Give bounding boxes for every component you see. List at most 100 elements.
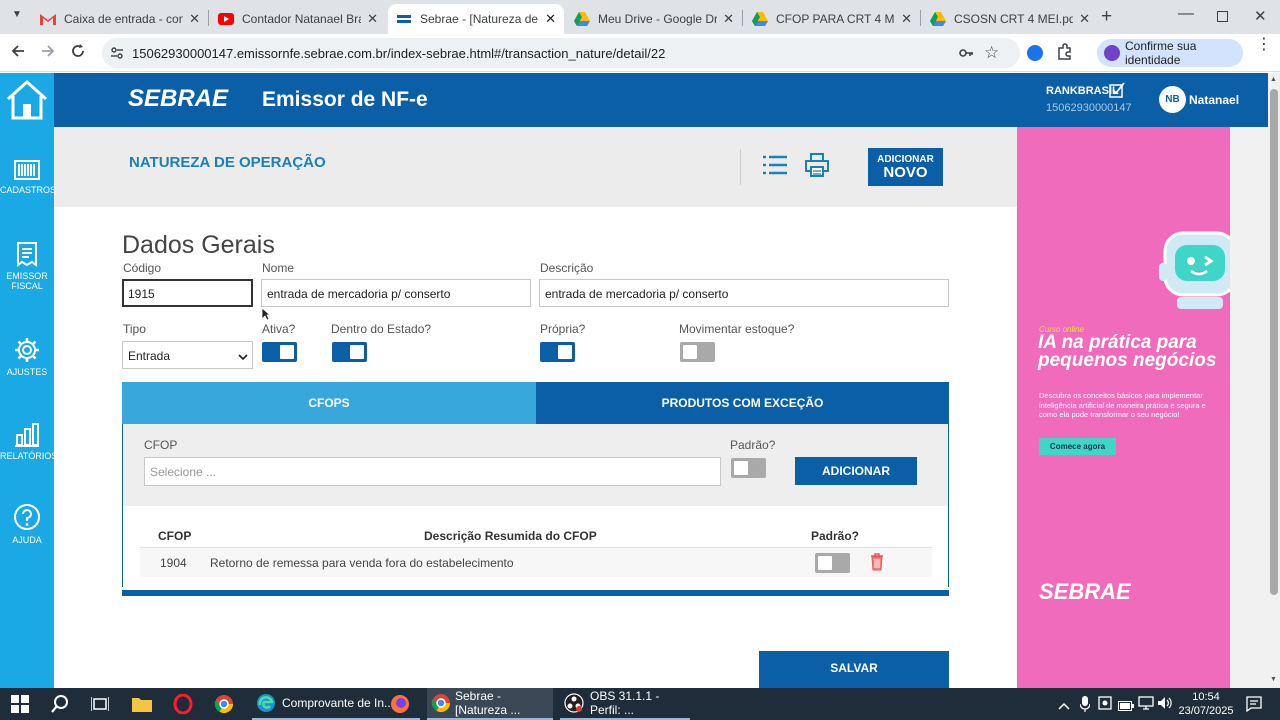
- sidebar-item-emissor-fiscal[interactable]: EMISSOR FISCAL: [0, 241, 54, 291]
- taskbar-clock[interactable]: 10:54 23/07/2025: [1172, 690, 1240, 718]
- add-new-button[interactable]: ADICIONAR NOVO: [868, 148, 943, 186]
- browser-tab-youtube[interactable]: Contador Natanael Braz - Y ✕: [210, 4, 386, 34]
- taskbar-firefox[interactable]: [390, 688, 410, 720]
- close-tab-icon[interactable]: ✕: [367, 11, 378, 27]
- site-info-icon[interactable]: [110, 46, 124, 65]
- ad-title: IA na prática para pequenos negócios: [1038, 332, 1217, 371]
- chrome-icon: [431, 693, 451, 713]
- column-header-cfop: CFOP: [158, 529, 192, 543]
- taskbar-opera[interactable]: [173, 688, 193, 720]
- scroll-up-arrow-icon[interactable]: ▲: [1270, 76, 1277, 83]
- cfop-description: Retorno de remessa para venda fora do es…: [210, 556, 514, 570]
- padrao-label: Padrão?: [730, 438, 776, 452]
- user-name[interactable]: Natanael: [1189, 93, 1239, 107]
- propria-toggle[interactable]: [540, 342, 575, 362]
- row-padrao-toggle[interactable]: [815, 553, 850, 573]
- browser-tab-sebrae[interactable]: Sebrae - [Natureza de Ope ✕: [388, 4, 564, 34]
- codigo-label: Código: [123, 261, 162, 275]
- browser-tab-gmail[interactable]: Caixa de entrada - contad ✕: [32, 4, 208, 34]
- back-arrow-icon[interactable]: [10, 43, 26, 64]
- task-view-button[interactable]: [90, 688, 110, 720]
- page-scrollbar[interactable]: ▲ ▼: [1268, 73, 1280, 688]
- dentro-estado-toggle[interactable]: [332, 342, 367, 362]
- search-icon: [50, 694, 70, 714]
- taskbar-explorer[interactable]: [132, 688, 152, 720]
- sidebar-item-ajuda[interactable]: AJUDA: [0, 503, 54, 545]
- app-title: Emissor de NF-e: [262, 88, 428, 111]
- ad-banner[interactable]: Curso online IA na prática para pequenos…: [1017, 127, 1230, 688]
- taskbar-chrome-sebrae[interactable]: Sebrae - [Natureza ...: [427, 688, 553, 720]
- list-icon[interactable]: [763, 154, 787, 181]
- movimentar-estoque-toggle[interactable]: [680, 342, 715, 362]
- tab-produtos-com-excecao[interactable]: PRODUTOS COM EXCEÇÃO: [536, 382, 949, 424]
- home-icon[interactable]: [5, 79, 49, 126]
- browser-tab-strip: ▼ Caixa de entrada - contad ✕ Contador N…: [0, 0, 1280, 34]
- password-key-icon[interactable]: [958, 45, 974, 66]
- chevron-down-icon: [238, 350, 248, 364]
- gmail-icon: [40, 11, 56, 27]
- bookmark-star-icon[interactable]: ☆: [984, 43, 999, 63]
- drive-icon: [752, 11, 768, 27]
- codigo-input[interactable]: 1915: [122, 279, 253, 307]
- section-title: Dados Gerais: [122, 231, 275, 259]
- add-cfop-button[interactable]: ADICIONAR: [795, 457, 917, 485]
- extension-circle-icon[interactable]: [1027, 45, 1043, 61]
- start-button[interactable]: [10, 688, 30, 720]
- tray-chevron-up-icon[interactable]: [1058, 697, 1070, 715]
- browser-menu-icon[interactable]: ⋮: [1256, 37, 1272, 53]
- scrollbar-thumb[interactable]: [1270, 89, 1278, 595]
- opera-icon: [173, 694, 193, 714]
- reload-icon[interactable]: [70, 43, 86, 64]
- sidebar-item-relatorios[interactable]: RELATÓRIOS: [0, 423, 57, 461]
- sidebar-item-cadastros[interactable]: CADASTROS: [0, 159, 56, 195]
- browser-tab-csosn-pdf[interactable]: CSOSN CRT 4 MEI.pdf - Go ✕: [922, 4, 1098, 34]
- close-tab-icon[interactable]: ✕: [723, 11, 734, 27]
- battery-icon[interactable]: [1118, 698, 1134, 716]
- ativa-toggle[interactable]: [262, 342, 297, 362]
- microphone-icon[interactable]: [1079, 696, 1091, 717]
- print-icon[interactable]: [805, 153, 829, 182]
- address-bar[interactable]: 15062930000147.emissornfe.sebrae.com.br/…: [102, 38, 1020, 68]
- minimize-window-button[interactable]: —: [1178, 5, 1194, 23]
- new-tab-button[interactable]: +: [1101, 6, 1112, 28]
- close-tab-icon[interactable]: ✕: [545, 11, 556, 27]
- column-header-descricao: Descrição Resumida do CFOP: [424, 529, 597, 543]
- trash-icon[interactable]: [870, 553, 884, 576]
- browser-tab-drive[interactable]: Meu Drive - Google Drive ✕: [566, 4, 742, 34]
- close-window-button[interactable]: ✕: [1254, 7, 1267, 25]
- taskbar-chrome[interactable]: [214, 688, 234, 720]
- browser-tab-cfop-pdf[interactable]: CFOP PARA CRT 4 MEI.pdf ✕: [744, 4, 920, 34]
- descricao-label: Descrição: [540, 261, 594, 275]
- taskbar-obs[interactable]: OBS 31.1.1 - Perfil: ...: [560, 688, 690, 720]
- nome-input[interactable]: entrada de mercadoria p/ conserto: [261, 279, 531, 307]
- sebrae-app: CADASTROS EMISSOR FISCAL AJUSTES RELATÓR…: [0, 73, 1268, 688]
- close-tab-icon[interactable]: ✕: [189, 11, 200, 27]
- descricao-input[interactable]: entrada de mercadoria p/ conserto: [539, 279, 949, 307]
- tab-cfops[interactable]: CFOPS: [122, 382, 536, 424]
- avatar[interactable]: NB: [1159, 86, 1186, 113]
- forward-arrow-icon[interactable]: [40, 43, 56, 64]
- taskbar-search-button[interactable]: [50, 688, 70, 720]
- save-button[interactable]: SALVAR: [759, 651, 949, 688]
- receipt-icon: [0, 241, 54, 267]
- capture-icon[interactable]: [1098, 696, 1112, 715]
- ad-cta-button[interactable]: Comece agora: [1039, 438, 1116, 455]
- maximize-window-button[interactable]: [1217, 11, 1228, 22]
- network-icon[interactable]: [1138, 696, 1154, 715]
- padrao-toggle[interactable]: [731, 458, 766, 478]
- scroll-down-arrow-icon[interactable]: ▼: [1270, 676, 1277, 683]
- close-tab-icon[interactable]: ✕: [1079, 11, 1090, 27]
- extensions-puzzle-icon[interactable]: [1056, 43, 1073, 65]
- barcode-icon: [0, 159, 54, 181]
- notifications-icon[interactable]: [1246, 696, 1262, 717]
- close-tab-icon[interactable]: ✕: [901, 11, 912, 27]
- tab-search-button[interactable]: ▼: [8, 9, 26, 25]
- volume-icon[interactable]: [1157, 696, 1173, 715]
- drive-icon: [930, 11, 946, 27]
- sidebar-item-ajustes[interactable]: AJUSTES: [0, 337, 54, 377]
- identity-button[interactable]: Confirme sua identidade: [1097, 39, 1243, 67]
- cfop-select[interactable]: Selecione ...: [144, 457, 721, 486]
- tipo-select[interactable]: Entrada: [122, 341, 253, 369]
- page-header: NATUREZA DE OPERAÇÃO ADICIONAR NOVO: [54, 127, 1017, 207]
- gear-icon: [0, 337, 54, 363]
